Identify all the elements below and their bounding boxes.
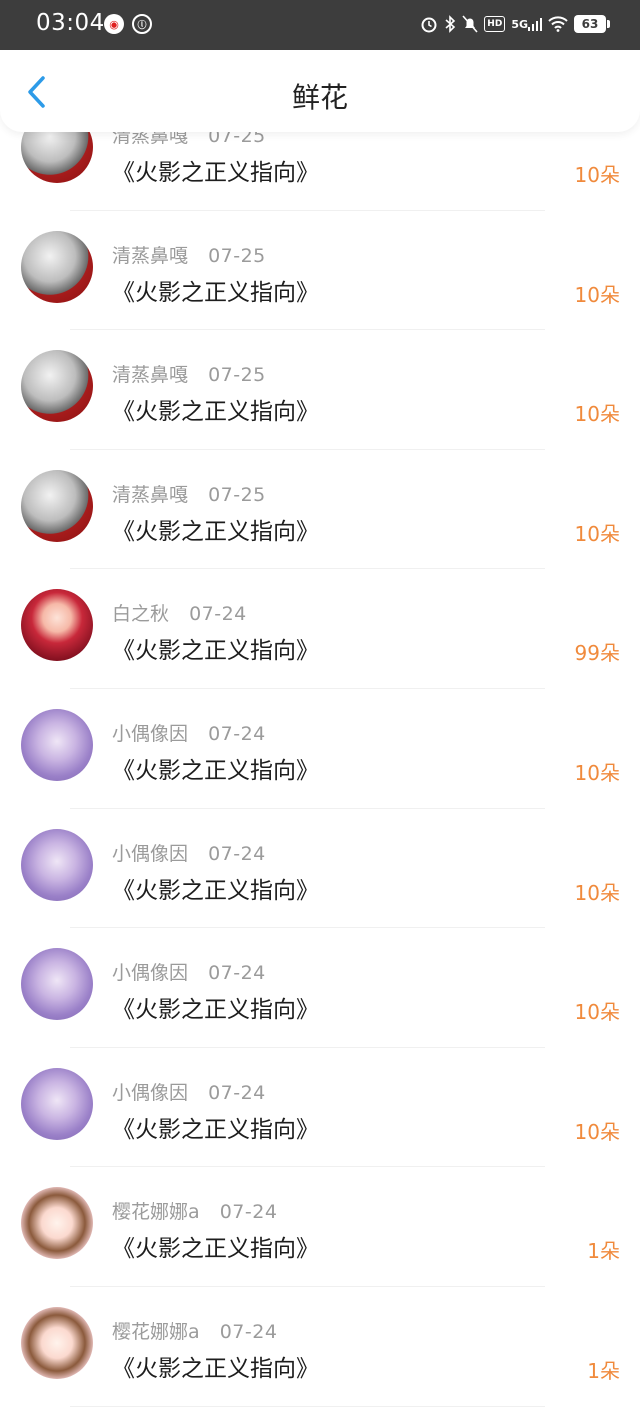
book-title[interactable]: 《火影之正义指向》 [112, 1110, 319, 1144]
app-circle-icon: ⓛ [132, 14, 152, 34]
flower-count: 10朵 [574, 1000, 620, 1025]
user-name[interactable]: 小偶像因 [112, 843, 188, 865]
flower-count: 10朵 [574, 880, 620, 905]
date: 07-24 [219, 1320, 278, 1343]
user-line: 清蒸鼻嘎 07-25 [112, 241, 266, 268]
list-item[interactable]: 小偶像因 07-24 《火影之正义指向》 10朵 [0, 928, 640, 1048]
wifi-icon [548, 12, 568, 36]
user-name[interactable]: 小偶像因 [112, 1082, 188, 1104]
date: 07-25 [208, 483, 266, 506]
avatar[interactable] [21, 1067, 93, 1140]
flower-count: 1朵 [587, 1358, 620, 1383]
avatar[interactable] [21, 948, 93, 1021]
list-item[interactable]: 樱花娜娜a 07-24 《火影之正义指向》 1朵 [0, 1167, 640, 1287]
book-title[interactable]: 《火影之正义指向》 [112, 871, 319, 905]
book-title[interactable]: 《火影之正义指向》 [112, 1349, 319, 1383]
book-title[interactable]: 《火影之正义指向》 [112, 392, 319, 426]
user-line: 小偶像因 07-24 [112, 958, 266, 985]
date: 07-24 [208, 842, 266, 865]
list-item[interactable]: 樱花娜娜a 07-24 《火影之正义指向》 1朵 [0, 1287, 640, 1407]
user-line: 小偶像因 07-24 [112, 1078, 266, 1105]
list-item[interactable]: 小偶像因 07-24 《火影之正义指向》 10朵 [0, 1048, 640, 1168]
user-line: 樱花娜娜a 07-24 [112, 1197, 277, 1224]
date: 07-25 [208, 244, 266, 267]
bluetooth-icon [444, 12, 456, 36]
date: 07-24 [189, 603, 247, 626]
book-title[interactable]: 《火影之正义指向》 [112, 512, 319, 546]
user-line: 小偶像因 07-24 [112, 839, 266, 866]
avatar[interactable] [21, 828, 93, 901]
user-name[interactable]: 清蒸鼻嘎 [112, 245, 188, 267]
date: 07-24 [219, 1201, 278, 1224]
status-bar: 03:04 ◉ ⓛ HD 5G 63 [0, 0, 640, 50]
avatar[interactable] [21, 589, 93, 662]
book-title[interactable]: 《火影之正义指向》 [112, 990, 319, 1024]
alarm-icon [420, 12, 438, 36]
list-item[interactable]: 清蒸鼻嘎 07-25 《火影之正义指向》 10朵 [0, 211, 640, 331]
date: 07-24 [208, 722, 266, 745]
flower-count: 99朵 [574, 641, 620, 666]
header: 鲜花 [0, 50, 640, 132]
page-title: 鲜花 [291, 81, 348, 114]
status-icons: HD 5G 63 [420, 12, 610, 36]
user-line: 白之秋 07-24 [112, 599, 247, 626]
list-item[interactable]: 白之秋 07-24 《火影之正义指向》 99朵 [0, 569, 640, 689]
list-item[interactable]: 清蒸鼻嘎 07-25 《火影之正义指向》 10朵 [0, 330, 640, 450]
user-name[interactable]: 清蒸鼻嘎 [112, 364, 188, 386]
mute-bell-icon [462, 12, 478, 36]
user-line: 清蒸鼻嘎 07-25 [112, 360, 266, 387]
user-name[interactable]: 樱花娜娜a [112, 1321, 200, 1343]
user-name[interactable]: 白之秋 [112, 603, 169, 625]
avatar[interactable] [21, 1187, 93, 1260]
divider [70, 1405, 545, 1407]
list-item[interactable]: 小偶像因 07-24 《火影之正义指向》 10朵 [0, 689, 640, 809]
avatar[interactable] [21, 350, 93, 423]
book-title[interactable]: 《火影之正义指向》 [112, 273, 319, 307]
user-name[interactable]: 清蒸鼻嘎 [112, 484, 188, 506]
list-item[interactable]: 小偶像因 07-24 《火影之正义指向》 10朵 [0, 809, 640, 929]
flower-count: 10朵 [574, 282, 620, 307]
flower-count: 1朵 [587, 1239, 620, 1264]
flower-count: 10朵 [574, 521, 620, 546]
flower-count: 10朵 [574, 402, 620, 427]
book-title[interactable]: 《火影之正义指向》 [112, 153, 319, 187]
avatar[interactable] [21, 469, 93, 542]
user-line: 清蒸鼻嘎 07-25 [112, 480, 266, 507]
battery-icon: 63 [574, 15, 610, 33]
flower-count: 10朵 [574, 1119, 620, 1144]
user-name[interactable]: 小偶像因 [112, 723, 188, 745]
flower-list: 清蒸鼻嘎 07-25 《火影之正义指向》 10朵 清蒸鼻嘎 07-25 《火影之… [0, 91, 640, 1407]
user-line: 小偶像因 07-24 [112, 719, 266, 746]
status-time: 03:04 [36, 10, 105, 36]
date: 07-24 [208, 962, 266, 985]
user-name[interactable]: 樱花娜娜a [112, 1201, 200, 1223]
flower-count: 10朵 [574, 760, 620, 785]
signal-5g-icon: 5G [511, 12, 542, 36]
user-line: 樱花娜娜a 07-24 [112, 1317, 277, 1344]
hd-icon: HD [484, 16, 506, 32]
book-title[interactable]: 《火影之正义指向》 [112, 751, 319, 785]
date: 07-24 [208, 1081, 266, 1104]
book-title[interactable]: 《火影之正义指向》 [112, 631, 319, 665]
avatar[interactable] [21, 1306, 93, 1379]
avatar[interactable] [21, 230, 93, 303]
date: 07-25 [208, 364, 266, 387]
user-name[interactable]: 小偶像因 [112, 962, 188, 984]
avatar[interactable] [21, 708, 93, 781]
netease-music-icon: ◉ [104, 14, 124, 34]
list-item[interactable]: 清蒸鼻嘎 07-25 《火影之正义指向》 10朵 [0, 450, 640, 570]
book-title[interactable]: 《火影之正义指向》 [112, 1229, 319, 1263]
flower-count: 10朵 [574, 163, 620, 187]
